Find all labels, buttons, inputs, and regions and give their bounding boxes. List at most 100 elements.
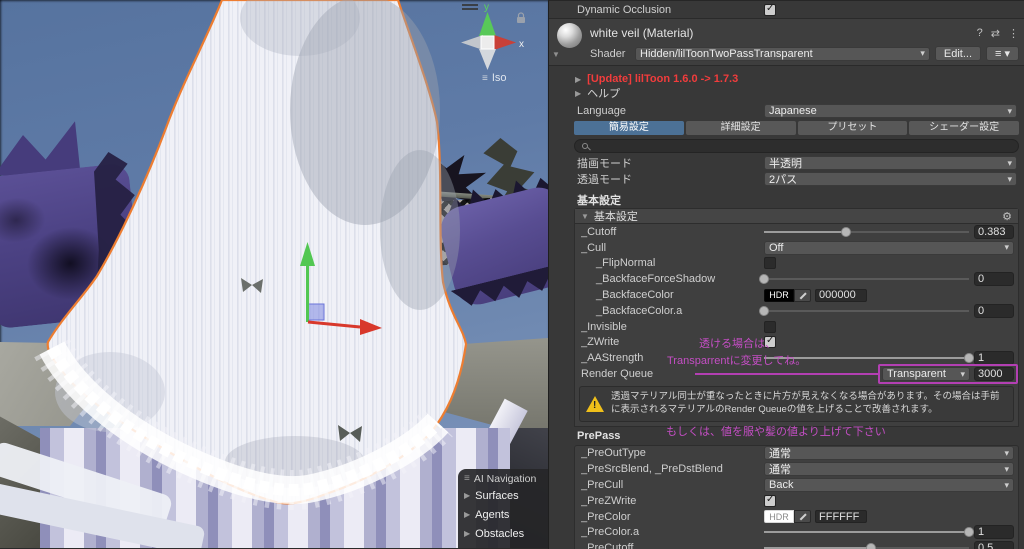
move-gizmo-xy-plane-handle[interactable] [307,303,325,321]
help-label: ヘルプ [587,88,621,100]
dynamic-occlusion-checkbox[interactable] [764,3,776,16]
dynamic-occlusion-row: Dynamic Occlusion [549,1,1024,19]
pre-out-type-dropdown[interactable]: 通常 [764,446,1014,461]
presets-icon[interactable]: ⇄ [991,27,1000,40]
tab-simple-settings[interactable]: 簡易設定 [574,121,684,135]
flip-normal-checkbox[interactable] [764,257,776,270]
lock-icon[interactable] [517,17,525,23]
pre-color-swatch[interactable]: HDR [764,510,794,524]
pre-color-a-value-field[interactable]: 1 [974,525,1014,540]
cull-dropdown[interactable]: Off [764,240,1014,255]
pre-zwrite-checkbox[interactable] [764,494,776,507]
scene-view[interactable]: y x ≡ Iso ≡ AI Navigation ▶ Surfaces ▶ A… [0,0,548,548]
backface-color-a-value-field[interactable]: 0 [974,303,1014,318]
gizmo-down-cone[interactable] [479,49,496,70]
invisible-row: _Invisible [575,319,1018,335]
settings-tabs: 簡易設定 詳細設定 プリセット シェーダー設定 [574,121,1019,135]
chevron-right-icon: ▶ [464,510,471,519]
property-search-field[interactable] [574,139,1019,153]
help-foldout[interactable]: ▶ ヘルプ [549,86,1024,100]
chevron-down-icon: ▼ [581,211,589,221]
rendering-mode-label: 描画モード [577,158,632,170]
render-queue-warning: 透過マテリアル同士が重なったときに片方が見えなくなる場合があります。その場合は手… [579,385,1014,422]
chevron-right-icon: ▶ [464,529,471,538]
tab-advanced-settings[interactable]: 詳細設定 [685,121,796,135]
gear-icon[interactable]: ⚙ [1002,210,1012,223]
burger-dropdown-button[interactable]: ≡ ▾ [986,46,1019,61]
pre-blend-row: _PreSrcBlend, _PreDstBlend 通常 [575,461,1018,477]
gizmo-y-axis-cone[interactable] [479,12,496,36]
pre-cull-dropdown[interactable]: Back [764,478,1014,493]
dynamic-occlusion-label: Dynamic Occlusion [577,3,672,16]
projection-toggle[interactable]: ≡ Iso [482,72,507,84]
search-icon [582,143,588,149]
backface-force-shadow-slider[interactable] [759,272,969,286]
overlay-handle-icon[interactable] [462,4,478,10]
cutoff-row: _Cutoff 0.383 [575,224,1018,240]
basic-settings-foldout[interactable]: ▼ 基本設定 ⚙ [575,209,1018,224]
backface-force-shadow-value-field[interactable]: 0 [974,272,1014,287]
kebab-menu-icon[interactable]: ⋮ [1008,27,1019,40]
shader-dropdown[interactable]: Hidden/lilToonTwoPassTransparent [635,46,930,61]
prepass-group: _PreOutType 通常 _PreSrcBlend, _PreDstBlen… [574,444,1019,549]
annotation-note-2: Transparrentに変更してね。 [667,355,807,367]
pre-color-a-slider[interactable] [764,525,974,539]
material-preview-sphere[interactable] [557,22,582,48]
chevron-right-icon: ▶ [575,74,582,84]
gizmo-center-cube[interactable] [480,35,495,50]
backface-color-a-slider[interactable] [759,304,969,318]
scene-orientation-gizmo[interactable]: y x [461,2,525,70]
flip-normal-row: _FlipNormal [575,256,1018,272]
language-label: Language [577,105,626,117]
unity-editor: y x ≡ Iso ≡ AI Navigation ▶ Surfaces ▶ A… [0,0,1024,549]
pre-zwrite-row: _PreZWrite [575,493,1018,509]
material-header: white veil (Material) ? ⇄ ⋮ Shader Hidde… [549,19,1024,66]
chevron-right-icon: ▶ [575,88,582,98]
zwrite-row: _ZWrite [575,335,1018,351]
gizmo-left-cone[interactable] [461,35,483,50]
nav-item-surfaces[interactable]: ▶ Surfaces [464,486,548,505]
backface-color-hex-field[interactable]: 000000 [815,288,867,302]
ai-navigation-title: AI Navigation [473,472,537,485]
backface-color-a-row: _BackfaceColor.a 0 [575,303,1018,319]
invisible-checkbox[interactable] [764,320,776,333]
basic-settings-group: ▼ 基本設定 ⚙ _Cutoff 0.383 _Cull Off _FlipNo… [574,208,1019,427]
inspector-panel: Dynamic Occlusion white veil (Material) … [548,0,1024,549]
help-icon[interactable]: ? [977,27,983,39]
pre-blend-dropdown[interactable]: 通常 [764,462,1014,477]
iso-icon: ≡ [482,72,488,84]
language-dropdown[interactable]: Japanese [764,104,1017,118]
rendering-mode-row: 描画モード 半透明 [549,155,1024,171]
nav-item-agents[interactable]: ▶ Agents [464,505,548,524]
projection-label: Iso [491,72,507,84]
annotation-highlight-box [878,364,1018,384]
nav-item-obstacles[interactable]: ▶ Obstacles [464,524,548,543]
ai-navigation-overlay: ≡ AI Navigation ▶ Surfaces ▶ Agents ▶ Ob… [458,469,548,548]
pre-color-a-row: _PreColor.a 1 [575,525,1018,541]
annotation-arrow-line [695,373,879,375]
gizmo-y-label: y [484,2,489,13]
rendering-mode-dropdown[interactable]: 半透明 [764,156,1017,170]
material-foldout-arrow[interactable]: ▼ [552,50,560,59]
pre-color-hex-field[interactable]: FFFFFF [815,510,867,524]
cull-row: _Cull Off [575,240,1018,256]
shader-label: Shader [590,47,626,60]
selected-veil-mesh[interactable] [34,0,468,511]
pre-color-row: _PreColor HDR FFFFFF [575,509,1018,525]
cutoff-slider[interactable] [764,225,969,239]
eyedropper-icon[interactable] [794,288,811,302]
gizmo-x-axis-cone[interactable] [494,35,516,50]
material-title: white veil (Material) [590,26,694,40]
eyedropper-icon[interactable] [794,510,811,524]
edit-shader-button[interactable]: Edit... [934,46,981,61]
backface-color-swatch[interactable]: HDR [764,288,794,302]
ai-navigation-header[interactable]: ≡ AI Navigation [464,471,548,486]
tab-presets[interactable]: プリセット [797,121,908,135]
cutoff-value-field[interactable]: 0.383 [974,224,1014,239]
backface-color-row: _BackfaceColor HDR 000000 [575,287,1018,303]
gizmo-x-label: x [519,39,524,50]
annotation-note-3: もしくは、値を服や髪の値より上げて下さい [666,426,886,438]
update-notice-foldout[interactable]: ▶ [Update] lilToon 1.6.0 -> 1.7.3 [549,72,1024,86]
transparent-mode-dropdown[interactable]: 2パス [764,172,1017,186]
tab-shader-settings[interactable]: シェーダー設定 [909,121,1019,135]
